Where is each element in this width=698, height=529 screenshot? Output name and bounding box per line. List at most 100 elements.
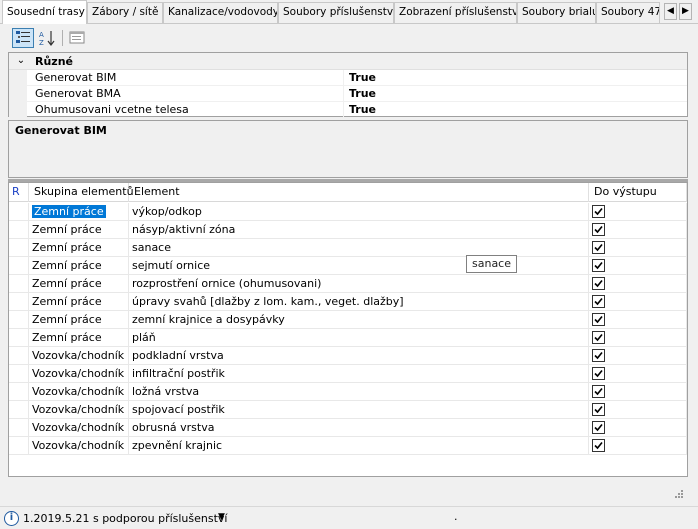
group-cell[interactable]: Vozovka/chodník	[29, 437, 129, 455]
resize-grip-icon[interactable]	[674, 489, 684, 499]
status-version-text[interactable]: 1.2019.5.21 s podporou příslušenství	[23, 511, 228, 526]
table-row[interactable]: Zemní práce rozprostření ornice (ohumusov…	[9, 275, 687, 293]
tab-sousedni-trasy[interactable]: Sousední trasy	[2, 0, 87, 24]
output-checkbox[interactable]	[592, 277, 605, 290]
table-row[interactable]: Vozovka/chodník zpevnění krajnic	[9, 437, 687, 455]
tab-zobrazeni-prislusenstvi[interactable]: Zobrazení příslušenství	[394, 2, 517, 23]
element-cell[interactable]: rozprostření ornice (ohumusovani)	[129, 275, 589, 293]
tab-soubory-47[interactable]: Soubory 47	[596, 2, 660, 23]
group-cell[interactable]: Zemní práce	[29, 203, 129, 221]
group-cell[interactable]: Zemní práce	[29, 293, 129, 311]
table-row[interactable]: Vozovka/chodník infiltrační postřik	[9, 365, 687, 383]
element-cell[interactable]: ložná vrstva	[129, 383, 589, 401]
tab-scroll-left-button[interactable]: ◀	[664, 3, 677, 20]
alphabetical-button[interactable]: A Z	[36, 28, 58, 48]
property-pages-button[interactable]	[66, 28, 88, 48]
table-row[interactable]: Vozovka/chodník spojovací postřik	[9, 401, 687, 419]
element-cell[interactable]: sejmutí ornice	[129, 257, 589, 275]
chevron-down-icon[interactable]: ▼	[218, 512, 225, 522]
column-header-do-vystupu[interactable]: Do výstupu	[589, 183, 687, 202]
group-cell[interactable]: Zemní práce	[29, 221, 129, 239]
property-divider[interactable]	[343, 70, 344, 86]
property-row-generovat-bim[interactable]: Generovat BIM True	[9, 70, 687, 86]
row-header-cell[interactable]	[9, 347, 29, 365]
element-cell[interactable]: sanace	[129, 239, 589, 257]
property-value[interactable]: True	[349, 103, 376, 117]
tab-soubory-prislusenstvi[interactable]: Soubory příslušenství	[278, 2, 394, 23]
output-checkbox[interactable]	[592, 367, 605, 380]
output-checkbox[interactable]	[592, 223, 605, 236]
row-header-cell[interactable]	[9, 383, 29, 401]
property-value[interactable]: True	[349, 71, 376, 85]
group-cell[interactable]: Zemní práce	[29, 257, 129, 275]
property-divider[interactable]	[343, 86, 344, 102]
row-header-cell[interactable]	[9, 257, 29, 275]
column-header-skupina[interactable]: Skupina elementů	[29, 183, 134, 202]
output-checkbox[interactable]	[592, 385, 605, 398]
row-header-cell[interactable]	[9, 437, 29, 455]
property-value[interactable]: True	[349, 87, 376, 101]
element-cell[interactable]: pláň	[129, 329, 589, 347]
column-header-element[interactable]: Element	[129, 183, 589, 202]
output-checkbox[interactable]	[592, 403, 605, 416]
group-cell[interactable]: Vozovka/chodník	[29, 365, 129, 383]
row-header-cell[interactable]	[9, 275, 29, 293]
table-row[interactable]: Zemní práce násyp/aktivní zóna	[9, 221, 687, 239]
output-checkbox[interactable]	[592, 349, 605, 362]
output-checkbox[interactable]	[592, 205, 605, 218]
table-row[interactable]: Zemní práce sejmutí ornice	[9, 257, 687, 275]
row-header-cell[interactable]	[9, 419, 29, 437]
row-header-cell[interactable]	[9, 293, 29, 311]
output-checkbox[interactable]	[592, 331, 605, 344]
output-checkbox[interactable]	[592, 421, 605, 434]
chevron-down-icon[interactable]: ⌄	[15, 55, 27, 67]
row-header-cell[interactable]	[9, 311, 29, 329]
tab-soubory-brialu[interactable]: Soubory brialu	[517, 2, 596, 23]
group-cell[interactable]: Zemní práce	[29, 311, 129, 329]
property-row-ohumusovani[interactable]: Ohumusovani vcetne telesa True	[9, 102, 687, 118]
column-header-r[interactable]: R	[9, 183, 29, 202]
table-row[interactable]: Zemní práce pláň	[9, 329, 687, 347]
table-row[interactable]: Zemní práce zemní krajnice a dosypávky	[9, 311, 687, 329]
group-cell[interactable]: Vozovka/chodník	[29, 401, 129, 419]
group-cell[interactable]: Zemní práce	[29, 329, 129, 347]
group-cell[interactable]: Zemní práce	[29, 239, 129, 257]
table-row[interactable]: Zemní práce sanace	[9, 239, 687, 257]
table-row[interactable]: Zemní práce úpravy svahů [dlažby z lom. k…	[9, 293, 687, 311]
row-header-cell[interactable]	[9, 365, 29, 383]
row-header-cell[interactable]	[9, 203, 29, 221]
element-cell[interactable]: obrusná vrstva	[129, 419, 589, 437]
tab-zabory-site[interactable]: Zábory / sítě	[87, 2, 163, 23]
output-checkbox[interactable]	[592, 439, 605, 452]
row-header-cell[interactable]	[9, 221, 29, 239]
table-row[interactable]: Vozovka/chodník podkladní vrstva	[9, 347, 687, 365]
table-row[interactable]: Vozovka/chodník ložná vrstva	[9, 383, 687, 401]
group-cell[interactable]: Zemní práce	[29, 275, 129, 293]
row-header-cell[interactable]	[9, 239, 29, 257]
category-row-ruzne[interactable]: ⌄ Různé	[9, 53, 687, 70]
tab-scroll-right-button[interactable]: ▶	[679, 3, 692, 20]
element-cell[interactable]: zemní krajnice a dosypávky	[129, 311, 589, 329]
group-cell[interactable]: Vozovka/chodník	[29, 419, 129, 437]
output-checkbox[interactable]	[592, 241, 605, 254]
group-cell[interactable]: Vozovka/chodník	[29, 347, 129, 365]
output-checkbox[interactable]	[592, 259, 605, 272]
tab-kanalizace-vodovody[interactable]: Kanalizace/vodovody	[163, 2, 278, 23]
element-cell[interactable]: podkladní vrstva	[129, 347, 589, 365]
group-cell[interactable]: Vozovka/chodník	[29, 383, 129, 401]
element-cell[interactable]: výkop/odkop	[129, 203, 589, 221]
row-header-cell[interactable]	[9, 329, 29, 347]
property-divider[interactable]	[343, 102, 344, 118]
output-checkbox[interactable]	[592, 313, 605, 326]
row-header-cell[interactable]	[9, 401, 29, 419]
property-row-generovat-bma[interactable]: Generovat BMA True	[9, 86, 687, 102]
table-row[interactable]: Vozovka/chodník obrusná vrstva	[9, 419, 687, 437]
element-cell[interactable]: spojovací postřik	[129, 401, 589, 419]
element-cell[interactable]: zpevnění krajnic	[129, 437, 589, 455]
table-row[interactable]: Zemní práce výkop/odkop	[9, 203, 687, 221]
output-checkbox[interactable]	[592, 295, 605, 308]
categorized-button[interactable]	[12, 28, 34, 48]
element-cell[interactable]: infiltrační postřik	[129, 365, 589, 383]
element-cell[interactable]: násyp/aktivní zóna	[129, 221, 589, 239]
element-cell[interactable]: úpravy svahů [dlažby z lom. kam., veget.…	[129, 293, 589, 311]
